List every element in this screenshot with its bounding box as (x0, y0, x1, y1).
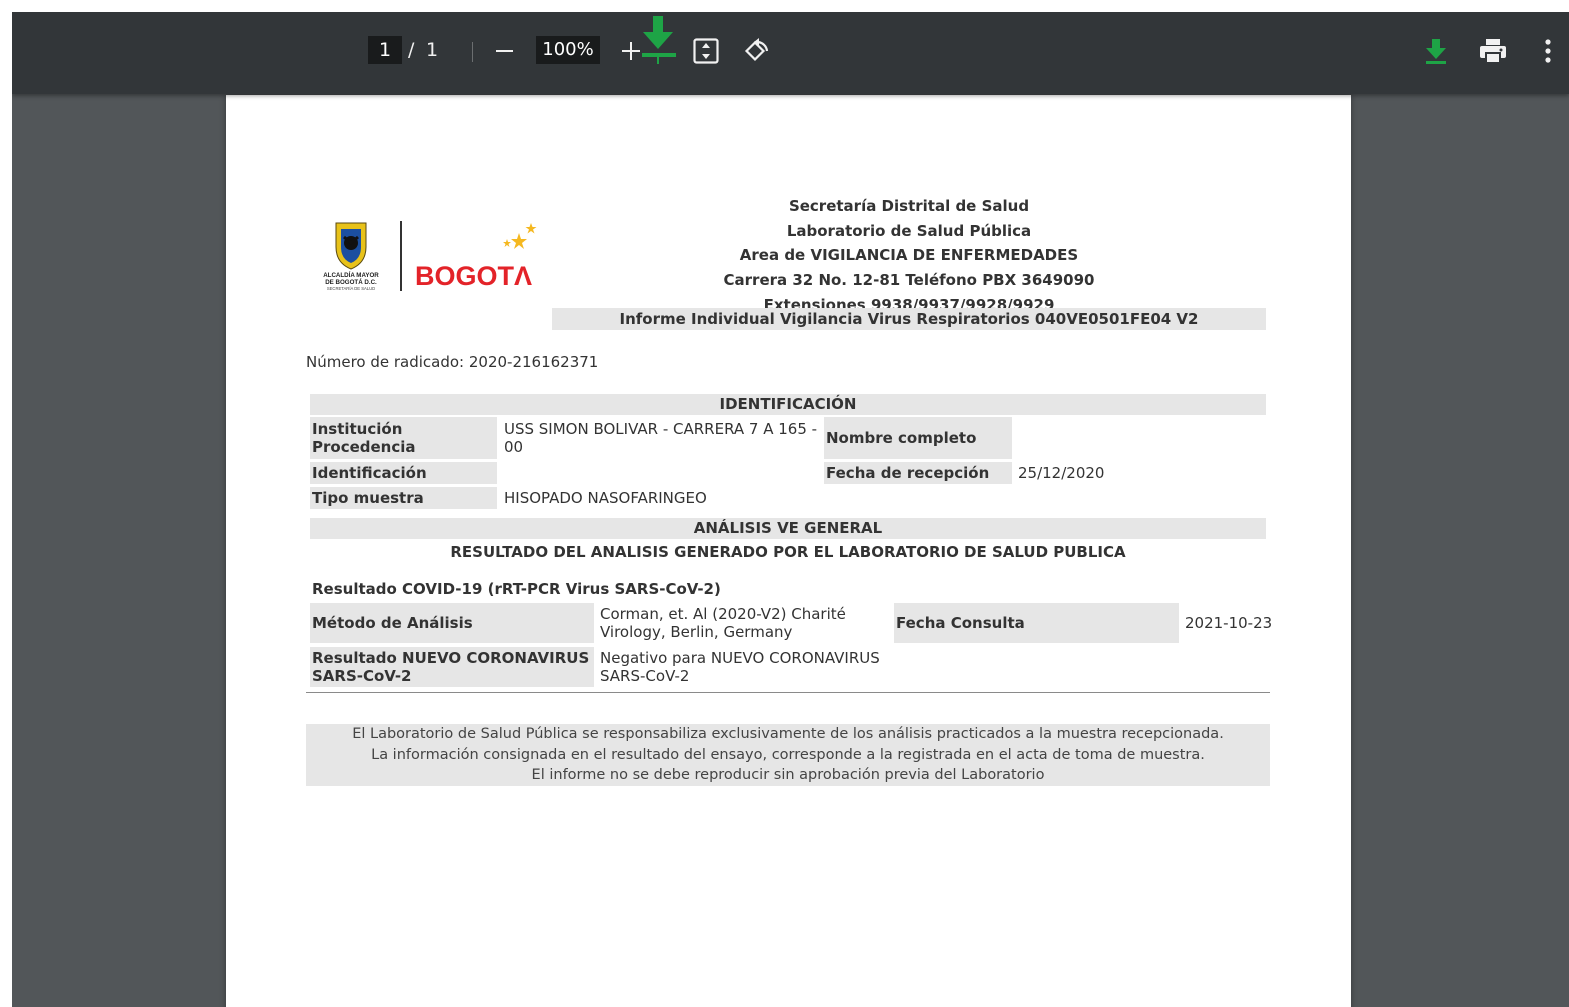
fecha-consulta-value: 2021-10-23 (1185, 614, 1273, 632)
zoom-level-input[interactable]: 100% (536, 36, 600, 64)
star-icon (511, 233, 527, 249)
nombre-value (1014, 417, 1268, 459)
coat-of-arms-icon (335, 222, 367, 270)
star-icon (525, 223, 537, 234)
rotate-icon[interactable] (743, 37, 771, 65)
header-line-1: Secretaría Distrital de Salud (788, 197, 1030, 215)
report-title: Informe Individual Vigilancia Virus Resp… (552, 308, 1266, 330)
pdf-page: ALCALDÍA MAYOR DE BOGOTÁ D.C. SECRETARÍA… (226, 95, 1351, 1007)
tipo-muestra-label: Tipo muestra (310, 487, 497, 509)
download-icon[interactable] (1424, 38, 1448, 64)
identificacion-section-title: IDENTIFICACIÓN (310, 394, 1266, 415)
pdf-viewer: 1 / 1 100% ALCALDÍA MAYOR DE BOGOTÁ D.C.… (12, 12, 1569, 1007)
header-line-2: Laboratorio de Salud Pública (786, 222, 1032, 240)
bogota-wordmark: BOGOTΛ (415, 261, 532, 291)
total-pages: 1 (426, 39, 439, 61)
fecha-recepcion-value: 25/12/2020 (1018, 464, 1105, 482)
institucion-label: Institución Procedencia (310, 417, 497, 459)
star-icon (503, 239, 511, 247)
toolbar-divider (472, 42, 473, 62)
fit-page-icon[interactable] (693, 38, 719, 64)
institucion-value: USS SIMON BOLIVAR - CARRERA 7 A 165 - 00 (504, 420, 818, 456)
svg-text:ALCALDÍA MAYOR: ALCALDÍA MAYOR (323, 271, 379, 279)
svg-text:SECRETARÍA DE SALUD: SECRETARÍA DE SALUD (327, 286, 375, 291)
analisis-section-title: ANÁLISIS VE GENERAL (310, 518, 1266, 539)
metodo-value: Corman, et. Al (2020-V2) Charité Virolog… (600, 605, 846, 641)
tipo-muestra-value: HISOPADO NASOFARINGEO (504, 489, 707, 507)
identificacion-label: Identificación (310, 462, 497, 484)
svg-text:DE BOGOTÁ D.C.: DE BOGOTÁ D.C. (325, 279, 377, 286)
disclaimer-line-2: La información consignada en el resultad… (371, 746, 1205, 763)
fecha-consulta-label: Fecha Consulta (894, 603, 1179, 643)
radicado-number: Número de radicado: 2020-216162371 (306, 353, 599, 371)
download-icon[interactable] (640, 16, 680, 66)
disclaimer-line-3: El informe no se debe reproducir sin apr… (531, 767, 1045, 783)
zoom-in-icon[interactable] (622, 42, 640, 60)
header-line-3: Area de VIGILANCIA DE ENFERMEDADES (739, 246, 1079, 264)
print-icon[interactable] (1479, 38, 1507, 64)
bogota-logo: ALCALDÍA MAYOR DE BOGOTÁ D.C. SECRETARÍA… (323, 221, 537, 291)
covid-result-heading: Resultado COVID-19 (rRT-PCR Virus SARS-C… (312, 580, 721, 598)
fecha-recepcion-label: Fecha de recepción (824, 462, 1012, 484)
identificacion-value (500, 462, 826, 484)
analisis-subtitle: RESULTADO DEL ANALISIS GENERADO POR EL L… (450, 543, 1126, 561)
zoom-out-icon[interactable] (496, 50, 513, 52)
disclaimer-box: El Laboratorio de Salud Pública se respo… (306, 724, 1270, 786)
resultado-label: Resultado NUEVO CORONAVIRUS SARS-CoV-2 (310, 647, 594, 687)
separator-line (306, 692, 1270, 693)
more-vert-icon[interactable] (1544, 38, 1552, 64)
page-number-input[interactable]: 1 (368, 36, 402, 64)
metodo-label: Método de Análisis (310, 603, 594, 643)
pdf-toolbar: 1 / 1 100% (12, 12, 1569, 94)
page-separator: / (408, 39, 415, 61)
nombre-label: Nombre completo (824, 417, 1012, 459)
header-line-4: Carrera 32 No. 12-81 Teléfono PBX 364909… (723, 271, 1095, 289)
disclaimer-line-1: El Laboratorio de Salud Pública se respo… (352, 726, 1224, 742)
resultado-value: Negativo para NUEVO CORONAVIRUS SARS-CoV… (600, 649, 880, 685)
